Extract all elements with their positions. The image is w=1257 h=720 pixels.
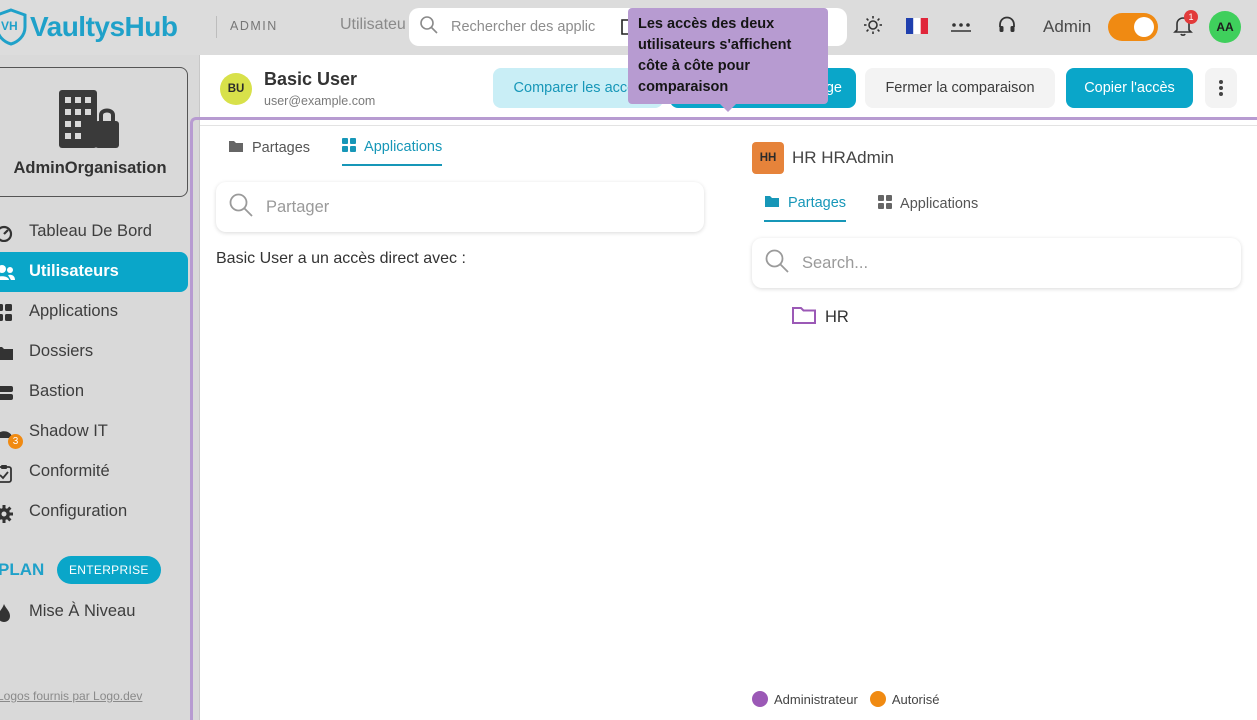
apps-grid-icon	[0, 304, 14, 321]
admin-mode-toggle[interactable]	[1108, 13, 1158, 41]
user-email: user@example.com	[264, 94, 376, 108]
tab-label: Partages	[788, 195, 847, 211]
sidebar-item-label: Applications	[29, 302, 118, 320]
folder-item[interactable]: HR	[791, 305, 849, 330]
sidebar-item-label: Conformité	[29, 462, 110, 480]
close-comparison-button[interactable]: Fermer la comparaison	[865, 68, 1055, 108]
tour-tooltip: Les accès des deux utilisateurs s'affich…	[628, 8, 828, 112]
dashboard-icon	[0, 224, 14, 243]
left-tabs: Partages Applications	[228, 138, 443, 166]
sidebar-item-label: Tableau De Bord	[29, 222, 152, 240]
tab-label: Partages	[252, 140, 311, 156]
sidebar-item-applications[interactable]: Applications	[0, 292, 200, 332]
sun-icon[interactable]	[863, 15, 883, 39]
folder-icon	[0, 344, 14, 360]
shadow-it-badge: 3	[8, 434, 23, 449]
folder-icon	[764, 194, 780, 212]
notification-badge: 1	[1184, 10, 1198, 24]
brand-name: VaultysHub	[30, 11, 178, 42]
sidebar-item-compliance[interactable]: Conformité	[0, 452, 200, 492]
folder-name: HR	[825, 308, 849, 326]
clipboard-check-icon	[0, 464, 14, 483]
apps-grid-icon	[342, 138, 357, 156]
sidebar-item-label: Dossiers	[29, 342, 94, 360]
organisation-name: AdminOrganisation	[13, 159, 167, 177]
sidebar-item-shadow-it[interactable]: 3 Shadow IT	[0, 412, 200, 452]
upgrade-link[interactable]: Mise À Niveau	[0, 600, 200, 624]
compared-user-name: HR HRAdmin	[792, 148, 895, 167]
server-icon	[0, 384, 14, 400]
sidebar: AdminOrganisation Tableau De Bord Utilis…	[0, 55, 200, 720]
sidebar-item-configuration[interactable]: Configuration	[0, 492, 200, 532]
gear-icon	[0, 504, 14, 523]
logo-dev-credit-link[interactable]: Logos fournis par Logo.dev	[0, 689, 142, 703]
sidebar-item-label: Shadow IT	[29, 422, 108, 440]
legend-label-authorized: Autorisé	[891, 691, 940, 707]
tab-label: Applications	[364, 139, 443, 155]
share-search-input[interactable]: Partager	[216, 182, 704, 232]
legend-label-admin: Administrateur	[774, 691, 858, 707]
sidebar-item-label: Bastion	[29, 382, 85, 400]
search-icon	[764, 248, 790, 278]
tab-shares[interactable]: Partages	[764, 194, 847, 222]
search-icon	[419, 15, 439, 39]
sidebar-item-label: Utilisateurs	[29, 262, 119, 280]
folder-outline-icon	[791, 305, 817, 330]
shield-logo-icon: VH	[0, 8, 28, 46]
direct-access-text: Basic User a un accès direct avec :	[216, 250, 466, 267]
avatar[interactable]: AA	[1209, 11, 1241, 43]
brand-logo[interactable]: VH VaultysHub	[0, 8, 178, 46]
compared-user-avatar: HH	[752, 142, 784, 174]
search-placeholder: Partager	[266, 197, 330, 216]
flame-icon	[0, 603, 12, 628]
breadcrumb[interactable]: Utilisateu	[340, 16, 406, 34]
shares-search-input[interactable]: Search...	[752, 238, 1241, 288]
user-avatar: BU	[220, 73, 252, 105]
tab-shares[interactable]: Partages	[228, 138, 310, 166]
sidebar-item-dashboard[interactable]: Tableau De Bord	[0, 212, 200, 252]
plan-label: PLAN	[0, 560, 45, 579]
sidebar-item-users[interactable]: Utilisateurs	[0, 252, 188, 292]
divider	[216, 16, 217, 38]
search-placeholder[interactable]: Rechercher des applic	[451, 19, 595, 35]
admin-mode-label: Admin	[1043, 17, 1092, 36]
authorized-legend-dot	[869, 691, 886, 707]
copy-access-button[interactable]: Copier l'accès	[1066, 68, 1193, 108]
users-icon	[0, 264, 15, 280]
admin-legend-dot	[752, 691, 768, 707]
sidebar-item-label: Configuration	[29, 502, 128, 520]
tab-applications[interactable]: Applications	[878, 194, 978, 222]
building-lock-icon	[57, 88, 123, 154]
search-icon	[228, 192, 254, 222]
more-options-button[interactable]	[1205, 68, 1237, 108]
sidebar-item-bastion[interactable]: Bastion	[0, 372, 200, 412]
right-tabs: Partages Applications	[764, 194, 978, 222]
apps-grid-icon	[878, 195, 893, 213]
plan-badge[interactable]: ENTERPRISE	[57, 556, 161, 584]
tab-applications[interactable]: Applications	[342, 138, 443, 166]
support-headset-icon[interactable]	[997, 15, 1017, 39]
tab-label: Applications	[900, 196, 979, 212]
section-tag: ADMIN	[230, 19, 278, 33]
search-placeholder: Search...	[802, 253, 869, 272]
tooltip-arrow	[720, 104, 736, 112]
french-flag-icon[interactable]	[906, 18, 928, 38]
password-dots-icon[interactable]	[950, 19, 972, 38]
organisation-card[interactable]: AdminOrganisation	[0, 67, 188, 197]
user-name: Basic User	[264, 69, 358, 89]
upgrade-label: Mise À Niveau	[29, 602, 136, 620]
sidebar-item-folders[interactable]: Dossiers	[0, 332, 200, 372]
sidebar-nav: Tableau De Bord Utilisateurs Application…	[0, 212, 200, 532]
folder-icon	[228, 139, 244, 157]
tooltip-text: Les accès des deux utilisateurs s'affich…	[638, 16, 792, 95]
legend: Administrateur Autorisé	[752, 691, 940, 707]
